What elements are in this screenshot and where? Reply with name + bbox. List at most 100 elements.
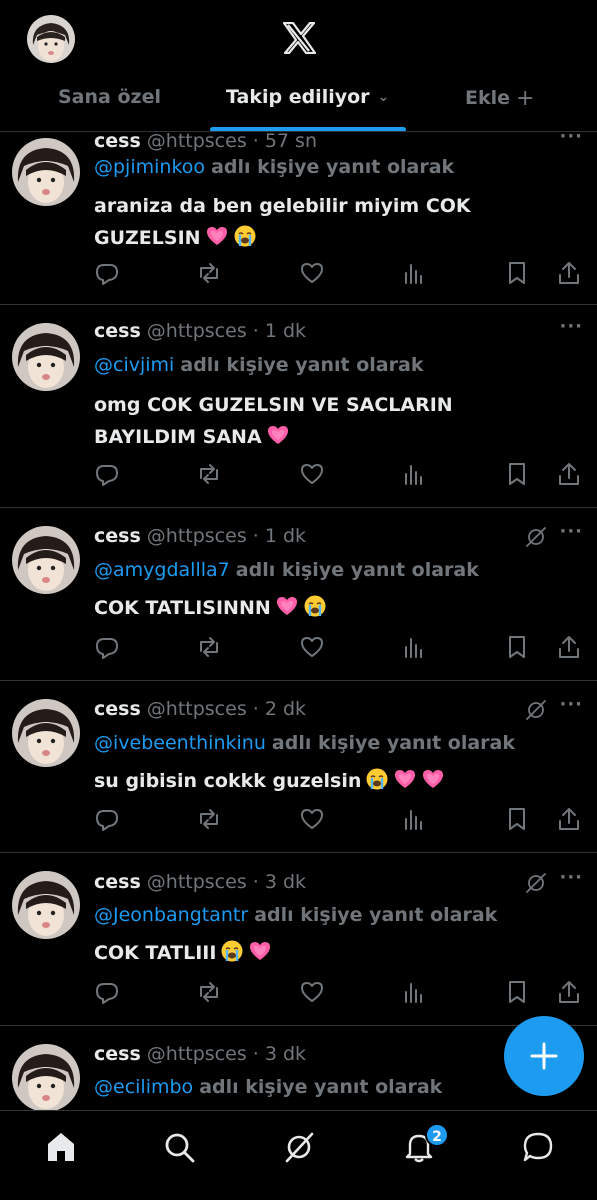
tweet-avatar[interactable]: [12, 871, 80, 939]
bookmark-icon[interactable]: [504, 979, 530, 1005]
reply-suffix: adlı kişiye yanıt olarak: [199, 1076, 443, 1098]
share-icon[interactable]: [556, 260, 582, 286]
author-handle[interactable]: @httpsces: [147, 130, 247, 152]
more-options-icon[interactable]: ···: [559, 694, 583, 715]
author-name[interactable]: cess: [94, 1043, 141, 1065]
tab-add[interactable]: Ekle +: [465, 86, 534, 111]
reply-icon[interactable]: [94, 979, 120, 1005]
mention-link[interactable]: @ecilimbo: [94, 1076, 193, 1098]
tweet-avatar[interactable]: [12, 323, 80, 391]
tweet-avatar[interactable]: [12, 526, 80, 594]
profile-avatar[interactable]: [27, 15, 75, 63]
author-handle[interactable]: @httpsces: [147, 525, 247, 547]
like-icon[interactable]: [299, 461, 325, 487]
author-handle[interactable]: @httpsces: [147, 698, 247, 720]
tweet-timestamp: 3 dk: [264, 1043, 307, 1065]
separator-dot: ·: [246, 130, 265, 152]
author-name[interactable]: cess: [94, 698, 141, 720]
tweet-actions: [94, 979, 584, 1005]
bookmark-icon[interactable]: [504, 260, 530, 286]
compose-post-button[interactable]: [504, 1016, 584, 1096]
repost-icon[interactable]: [196, 634, 222, 660]
author-handle[interactable]: @httpsces: [147, 320, 247, 342]
plus-icon: [530, 1042, 558, 1070]
like-icon[interactable]: [299, 979, 325, 1005]
author-handle[interactable]: @httpsces: [147, 1043, 247, 1065]
tweet-item[interactable]: cess @httpsces · 3 dk ··· @Jeonbangtantr ad…: [0, 853, 597, 1026]
messages-icon[interactable]: [521, 1130, 555, 1164]
author-name[interactable]: cess: [94, 871, 141, 893]
reply-icon[interactable]: [94, 260, 120, 286]
more-options-icon[interactable]: ···: [559, 867, 583, 888]
repost-icon[interactable]: [196, 979, 222, 1005]
tweet-timestamp: 1 dk: [264, 525, 307, 547]
tweet-item[interactable]: cess @httpsces · 1 dk ··· @civjimi adlı kiş…: [0, 305, 597, 508]
tab-following[interactable]: Takip ediliyor ⌄: [226, 86, 389, 108]
mention-link[interactable]: @ivebeenthinkinu: [94, 732, 266, 754]
author-name[interactable]: cess: [94, 525, 141, 547]
views-icon[interactable]: [401, 979, 427, 1005]
tweet-text-line: COK TATLISINNN: [94, 592, 564, 624]
mention-link[interactable]: @Jeonbangtantr: [94, 904, 248, 926]
share-icon[interactable]: [556, 461, 582, 487]
tweet-avatar[interactable]: [12, 699, 80, 767]
share-icon[interactable]: [556, 979, 582, 1005]
share-icon[interactable]: [556, 634, 582, 660]
heart-emoji-icon: [266, 423, 290, 447]
reply-context: @ivebeenthinkinu adlı kişiye yanıt olara…: [94, 732, 515, 754]
mention-link[interactable]: @pjiminkoo: [94, 156, 205, 178]
tweet-avatar[interactable]: [12, 138, 80, 206]
grok-icon[interactable]: [282, 1130, 316, 1164]
grok-icon[interactable]: [525, 526, 547, 548]
repost-icon[interactable]: [196, 260, 222, 286]
home-icon[interactable]: [44, 1130, 78, 1164]
reply-context: @pjiminkoo adlı kişiye yanıt olarak: [94, 156, 454, 178]
reply-icon[interactable]: [94, 634, 120, 660]
tab-add-label: Ekle: [465, 87, 511, 109]
mention-link[interactable]: @amygdallla7: [94, 559, 230, 581]
reply-icon[interactable]: [94, 461, 120, 487]
tweet-item[interactable]: cess @httpsces · 57 sn ··· @pjiminkoo adlı …: [0, 118, 597, 305]
separator-dot: ·: [246, 525, 265, 547]
repost-icon[interactable]: [196, 806, 222, 832]
grok-icon[interactable]: [525, 699, 547, 721]
grok-icon[interactable]: [525, 872, 547, 894]
tweet-item[interactable]: cess @httpsces · 2 dk ··· @ivebeenthinkinu …: [0, 681, 597, 853]
share-icon[interactable]: [556, 806, 582, 832]
tweet-item[interactable]: cess @httpsces · 1 dk ··· @amygdallla7 adlı…: [0, 508, 597, 681]
views-icon[interactable]: [401, 806, 427, 832]
tweet-timestamp: 3 dk: [264, 871, 307, 893]
more-options-icon[interactable]: ···: [559, 521, 583, 542]
like-icon[interactable]: [299, 634, 325, 660]
views-icon[interactable]: [401, 634, 427, 660]
x-logo-icon[interactable]: [282, 21, 317, 55]
author-name[interactable]: cess: [94, 130, 141, 152]
reply-icon[interactable]: [94, 806, 120, 832]
tweet-header: cess @httpsces · 1 dk: [94, 525, 306, 547]
bookmark-icon[interactable]: [504, 461, 530, 487]
tab-for-you-label: Sana özel: [58, 86, 161, 108]
mention-link[interactable]: @civjimi: [94, 354, 174, 376]
like-icon[interactable]: [299, 806, 325, 832]
author-handle[interactable]: @httpsces: [147, 871, 247, 893]
author-name[interactable]: cess: [94, 320, 141, 342]
tweet-text-line: BAYILDIM SANA: [94, 421, 564, 453]
bookmark-icon[interactable]: [504, 634, 530, 660]
chevron-down-icon[interactable]: ⌄: [378, 89, 390, 105]
tweet-avatar[interactable]: [12, 1044, 80, 1110]
reply-suffix: adlı kişiye yanıt olarak: [271, 732, 515, 754]
search-icon[interactable]: [162, 1130, 196, 1164]
more-options-icon[interactable]: ···: [559, 316, 583, 337]
like-icon[interactable]: [299, 260, 325, 286]
views-icon[interactable]: [401, 461, 427, 487]
tweet-text: araniza da ben gelebilir miyim COK GUZELS…: [94, 190, 564, 254]
plus-icon: +: [516, 86, 535, 111]
repost-icon[interactable]: [196, 461, 222, 487]
crying-face-emoji-icon: [365, 767, 389, 791]
tab-for-you[interactable]: Sana özel: [58, 86, 161, 108]
bookmark-icon[interactable]: [504, 806, 530, 832]
views-icon[interactable]: [401, 260, 427, 286]
timeline-feed[interactable]: cess @httpsces · 57 sn ··· @pjiminkoo adlı …: [0, 0, 597, 1110]
heart-emoji-icon: [248, 939, 272, 963]
crying-face-emoji-icon: [233, 224, 257, 248]
